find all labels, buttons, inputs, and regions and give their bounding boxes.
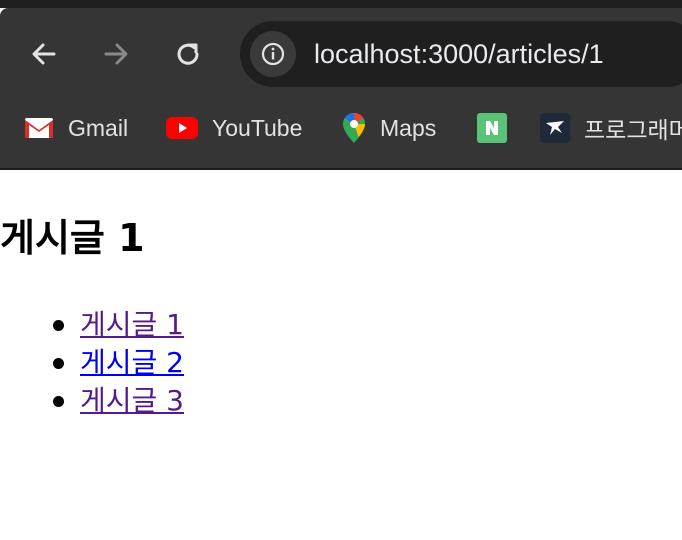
list-item: 게시글 2 (0, 344, 184, 382)
bookmark-naver[interactable] (477, 112, 507, 144)
bullet-icon (53, 358, 64, 369)
naver-icon (477, 113, 507, 143)
programmers-icon (540, 113, 570, 143)
gmail-icon (25, 118, 53, 138)
forward-button[interactable] (100, 38, 132, 70)
arrow-right-icon (104, 43, 128, 65)
arrow-left-icon (32, 43, 56, 65)
window-top-strip (0, 0, 682, 8)
youtube-icon (166, 117, 198, 139)
info-icon (261, 42, 285, 66)
bookmark-label: Gmail (68, 114, 129, 141)
maps-icon (343, 113, 365, 143)
bookmark-label: YouTube (212, 114, 303, 141)
page-title: 게시글 1 (0, 216, 145, 260)
article-link-1[interactable]: 게시글 1 (80, 308, 184, 341)
address-bar[interactable]: localhost:3000/articles/1 (240, 21, 682, 87)
article-list: 게시글 1 게시글 2 게시글 3 (0, 306, 184, 420)
bookmarks-bar: Gmail YouTube Maps 프로그래머 (0, 100, 682, 170)
reload-button[interactable] (172, 38, 204, 70)
bullet-icon (53, 396, 64, 407)
bookmark-label: 프로그래머 (584, 117, 682, 143)
bookmark-youtube[interactable]: YouTube (166, 112, 302, 144)
bookmark-gmail[interactable]: Gmail (24, 112, 128, 144)
bullet-icon (53, 320, 64, 331)
bookmark-maps[interactable]: Maps (342, 112, 436, 144)
article-link-2[interactable]: 게시글 2 (80, 346, 184, 379)
bookmark-programmers[interactable]: 프로그래머 (540, 112, 682, 144)
site-info-button[interactable] (250, 31, 296, 77)
url-text[interactable]: localhost:3000/articles/1 (314, 37, 604, 71)
list-item: 게시글 1 (0, 306, 184, 344)
bookmark-label: Maps (380, 114, 437, 141)
reload-icon (177, 43, 199, 65)
list-item: 게시글 3 (0, 382, 184, 420)
browser-toolbar: localhost:3000/articles/1 (0, 8, 682, 100)
back-button[interactable] (28, 38, 60, 70)
article-link-3[interactable]: 게시글 3 (80, 384, 184, 417)
